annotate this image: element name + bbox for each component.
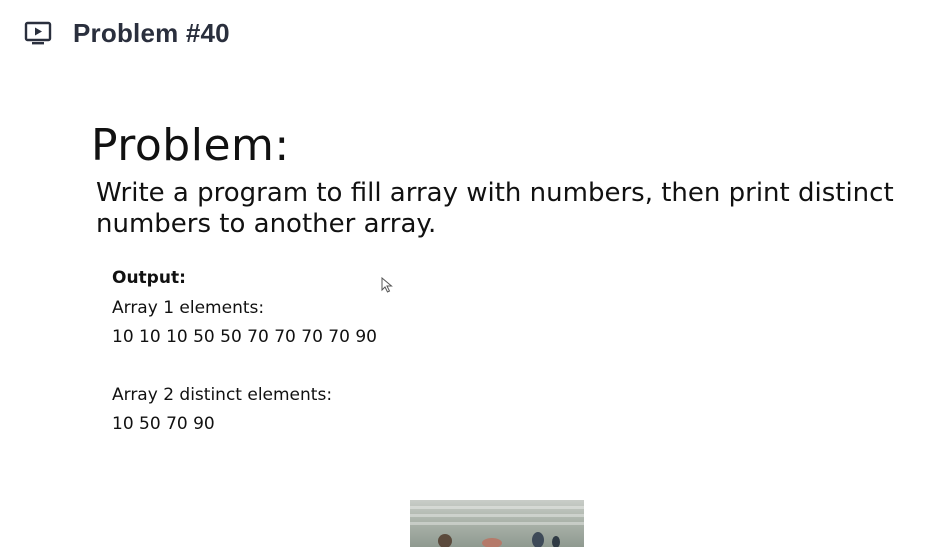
array2-label: Array 2 distinct elements: <box>112 385 333 405</box>
array1-label: Array 1 elements: <box>112 298 265 318</box>
slide-heading: Problem: <box>91 120 290 171</box>
page-header: Problem #40 <box>24 16 230 50</box>
video-thumbnail[interactable] <box>410 500 584 547</box>
array2-values: 10 50 70 90 <box>112 414 215 434</box>
output-label: Output: <box>112 268 186 288</box>
mouse-cursor-icon <box>381 276 393 293</box>
array1-values: 10 10 10 50 50 70 70 70 70 90 <box>112 327 377 347</box>
video-play-icon[interactable] <box>24 19 52 47</box>
page-title: Problem #40 <box>73 17 230 48</box>
slide-description: Write a program to fill array with numbe… <box>96 178 894 239</box>
